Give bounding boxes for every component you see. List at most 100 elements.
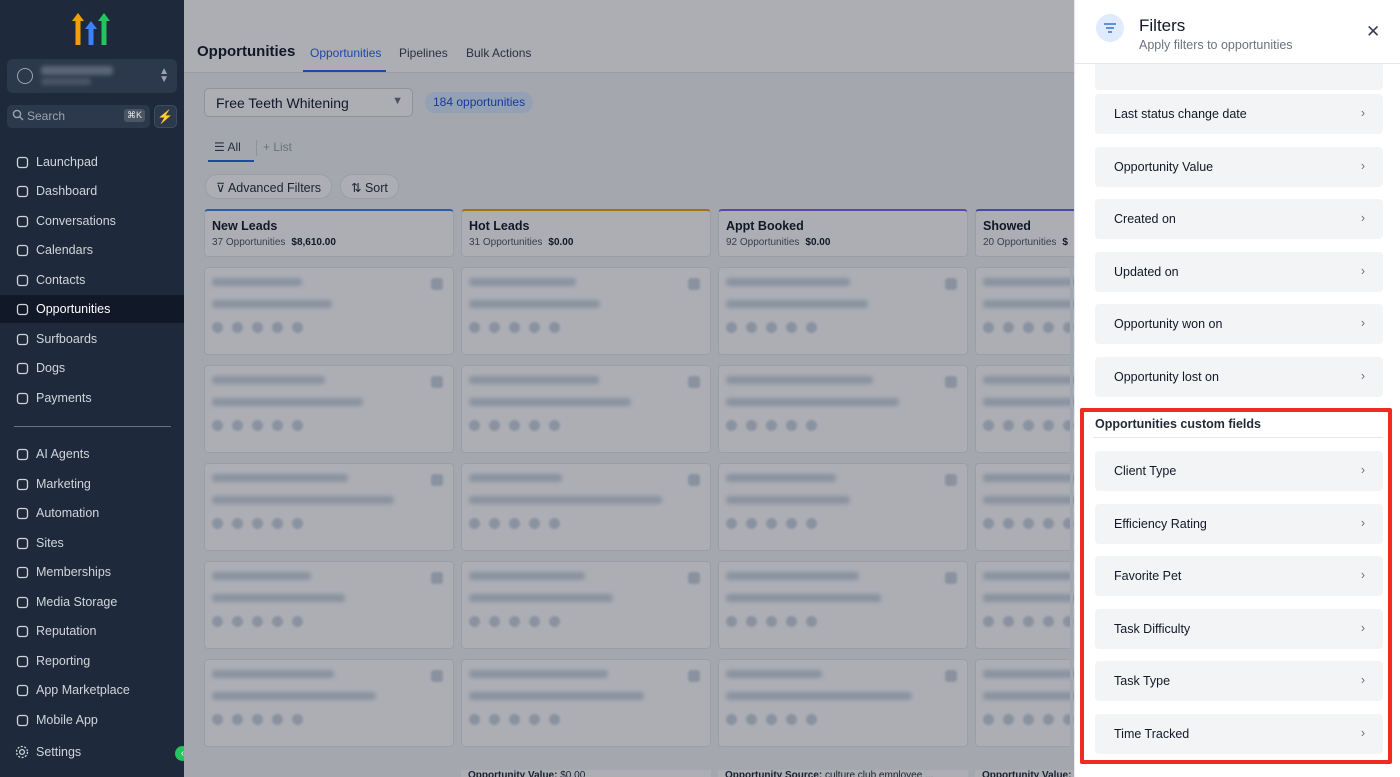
- sidebar-item-payments[interactable]: Payments: [0, 384, 184, 412]
- sidebar-item-label: Opportunities: [36, 302, 111, 316]
- sidebar-item-label: Automation: [36, 506, 100, 520]
- filter-row-label: Opportunity lost on: [1114, 369, 1219, 384]
- sidebar-item-reputation[interactable]: Reputation: [0, 617, 184, 645]
- filter-lines-icon: [1096, 14, 1124, 42]
- quick-action-button[interactable]: ⚡: [154, 105, 177, 128]
- search-icon: [12, 109, 24, 121]
- sidebar-item-label: Conversations: [36, 214, 116, 228]
- contact-card-icon: [14, 272, 30, 288]
- filter-row-label: Opportunity Value: [1114, 159, 1214, 174]
- automation-icon: [14, 505, 30, 521]
- sidebar-item-label: Media Storage: [36, 595, 118, 609]
- sidebar-item-label: Settings: [36, 745, 82, 759]
- chevron-right-icon: ›: [1360, 211, 1365, 225]
- sidebar-item-dashboard[interactable]: Dashboard: [0, 177, 184, 205]
- sidebar-item-memberships[interactable]: Memberships: [0, 558, 184, 586]
- chevron-right-icon: ›: [1360, 158, 1365, 173]
- search-placeholder: Search: [27, 109, 66, 123]
- filter-row-label: Updated on: [1114, 264, 1179, 279]
- filters-panel-header: Filters Apply filters to opportunities ✕: [1075, 0, 1400, 64]
- sidebar-item-opportunities[interactable]: Opportunities: [0, 295, 184, 323]
- sidebar-item-launchpad[interactable]: Launchpad: [0, 148, 184, 176]
- filter-row-opportunity-lost-on[interactable]: Opportunity lost on ›: [1095, 356, 1383, 397]
- surfboard-icon: [14, 331, 30, 347]
- sparkle-icon: [14, 446, 30, 462]
- filter-row-partial[interactable]: [1095, 64, 1383, 90]
- sidebar-item-label: Marketing: [36, 477, 91, 491]
- grid-icon: [14, 183, 30, 199]
- sidebar-item-surfboards[interactable]: Surfboards: [0, 325, 184, 353]
- sidebar-item-label: Contacts: [36, 273, 86, 287]
- sidebar-item-label: App Marketplace: [36, 683, 130, 697]
- sidebar-item-label: AI Agents: [36, 447, 90, 461]
- account-switcher[interactable]: ▲ ▼: [7, 59, 177, 93]
- mobile-icon: [14, 712, 30, 728]
- board-scrollbar[interactable]: [1070, 260, 1073, 760]
- sidebar-item-label: Dashboard: [36, 184, 98, 198]
- star-icon: [14, 623, 30, 639]
- membership-icon: [14, 564, 30, 580]
- gear-icon: [14, 744, 30, 760]
- sidebar-item-label: Calendars: [36, 243, 93, 257]
- sidebar-item-conversations[interactable]: Conversations: [0, 207, 184, 235]
- sidebar-item-contacts[interactable]: Contacts: [0, 266, 184, 294]
- rocket-icon: [14, 154, 30, 170]
- sidebar-item-label: Surfboards: [36, 332, 98, 346]
- sidebar-item-mobile-app[interactable]: Mobile App: [0, 706, 184, 734]
- sidebar-item-settings[interactable]: Settings: [0, 738, 184, 766]
- chevron-right-icon: ›: [1360, 263, 1365, 278]
- chevron-right-icon: ›: [1360, 316, 1365, 330]
- filter-row-label: Last status change date: [1114, 107, 1247, 121]
- filter-row-last-status-change-date[interactable]: Last status change date ›: [1095, 94, 1383, 134]
- sidebar-item-marketing[interactable]: Marketing: [0, 470, 184, 498]
- sidebar-item-app-marketplace[interactable]: App Marketplace: [0, 676, 184, 704]
- sidebar-item-sites[interactable]: Sites: [0, 529, 184, 557]
- sidebar-item-label: Mobile App: [36, 713, 98, 727]
- account-name-redacted: [41, 66, 113, 75]
- chevron-updown-icon: ▲ ▼: [159, 66, 169, 85]
- lightning-icon: ⚡: [157, 109, 174, 124]
- chat-bubble-icon: [14, 213, 30, 229]
- calendar-icon: [14, 242, 30, 258]
- sidebar-item-label: Dogs: [36, 361, 66, 375]
- receipt-icon: [14, 390, 30, 406]
- sidebar-item-media-storage[interactable]: Media Storage: [0, 588, 184, 616]
- filter-row-created-on[interactable]: Created on ›: [1095, 199, 1383, 239]
- user-avatar-icon: [17, 68, 33, 84]
- account-detail-redacted: [41, 78, 91, 85]
- filter-row-label: Created on: [1114, 212, 1176, 226]
- sidebar-item-label: Sites: [36, 536, 64, 550]
- image-icon: [14, 594, 30, 610]
- app-logo-icon: [72, 13, 110, 45]
- chevron-right-icon: ›: [1360, 106, 1365, 120]
- send-icon: [14, 476, 30, 492]
- filter-row-label: Opportunity won on: [1114, 317, 1223, 331]
- filter-row-opportunity-won-on[interactable]: Opportunity won on ›: [1095, 304, 1383, 344]
- trend-icon: [14, 653, 30, 669]
- sidebar-item-calendars[interactable]: Calendars: [0, 236, 184, 264]
- sidebar-item-automation[interactable]: Automation: [0, 499, 184, 527]
- sidebar-item-label: Reputation: [36, 624, 97, 638]
- sidebar-divider: [14, 426, 171, 427]
- paw-icon: [14, 360, 30, 376]
- apps-icon: [14, 682, 30, 698]
- sidebar-item-dogs[interactable]: Dogs: [0, 354, 184, 382]
- filters-panel-subtitle: Apply filters to opportunities: [1139, 38, 1293, 52]
- sites-icon: [14, 535, 30, 551]
- sidebar-item-label: Launchpad: [36, 155, 98, 169]
- close-icon[interactable]: ✕: [1366, 23, 1380, 40]
- sidebar-item-ai-agents[interactable]: AI Agents: [0, 440, 184, 468]
- sidebar: ▲ ▼ Search ⌘K ⚡ Launchpad Dashboard Convers…: [0, 0, 190, 777]
- filter-row-opportunity-value[interactable]: Opportunity Value ›: [1095, 146, 1383, 187]
- search-input[interactable]: Search ⌘K: [7, 105, 150, 128]
- sidebar-item-label: Reporting: [36, 654, 91, 668]
- sidebar-item-label: Memberships: [36, 565, 112, 579]
- filter-row-updated-on[interactable]: Updated on ›: [1095, 251, 1383, 292]
- custom-fields-highlight-box: [1080, 408, 1392, 764]
- search-shortcut: ⌘K: [123, 109, 145, 122]
- sidebar-item-label: Payments: [36, 391, 92, 405]
- filters-panel-title: Filters: [1139, 16, 1186, 35]
- chevron-right-icon: ›: [1360, 368, 1365, 383]
- pipeline-icon: [14, 301, 30, 317]
- sidebar-item-reporting[interactable]: Reporting: [0, 647, 184, 675]
